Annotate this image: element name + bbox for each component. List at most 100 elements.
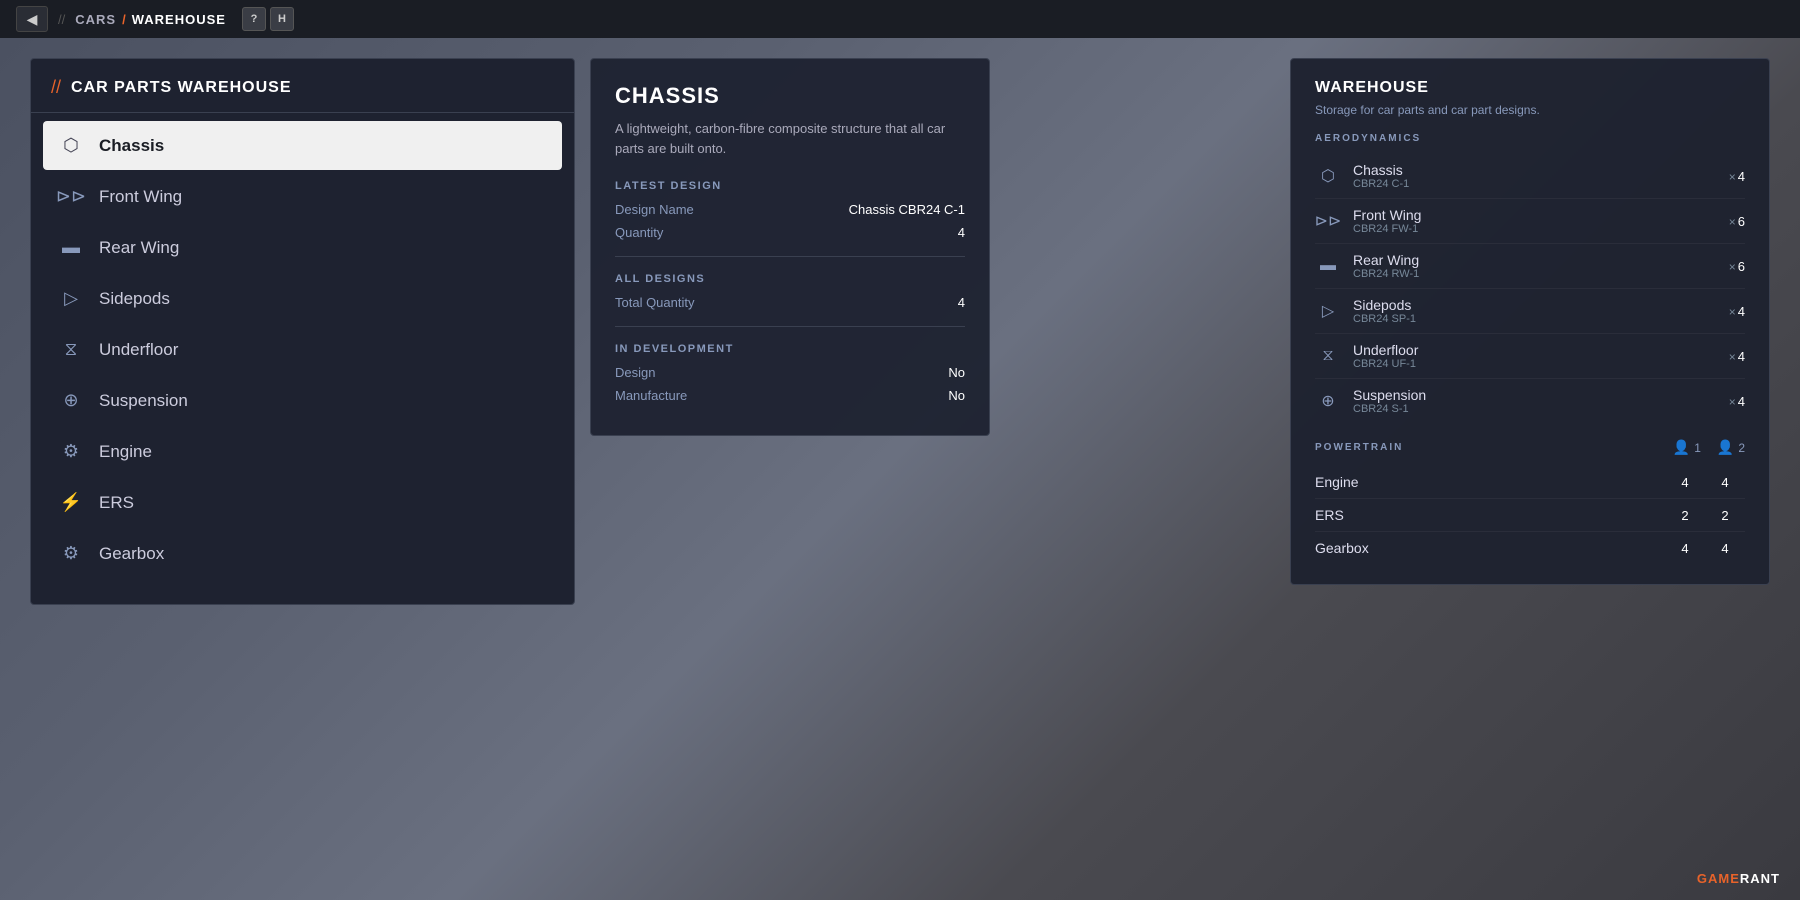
part-item-chassis[interactable]: ⬡ Chassis <box>43 121 562 170</box>
sidepods-icon: ▷ <box>57 288 85 309</box>
divider-2 <box>615 326 965 327</box>
manufacture-dev-val: No <box>948 388 965 403</box>
pt-val1-ers: 2 <box>1665 508 1705 523</box>
warehouse-item-underfloor[interactable]: ⧖ Underfloor CBR24 UF-1 ×4 <box>1315 334 1745 379</box>
chassis-w-name: Chassis <box>1353 162 1717 178</box>
design-dev-val: No <box>948 365 965 380</box>
part-item-ers[interactable]: ⚡ ERS <box>43 478 562 527</box>
aero-items-list: ⬡ Chassis CBR24 C-1 ×4 ⊳⊳ Front Wing CBR… <box>1315 154 1745 423</box>
rear-wing-w-name: Rear Wing <box>1353 252 1717 268</box>
topbar-icons: ? H <box>242 7 294 31</box>
design-name-key: Design Name <box>615 202 694 217</box>
warehouse-item-front-wing[interactable]: ⊳⊳ Front Wing CBR24 FW-1 ×6 <box>1315 199 1745 244</box>
suspension-w-info: Suspension CBR24 S-1 <box>1353 387 1717 415</box>
part-item-gearbox[interactable]: ⚙ Gearbox <box>43 529 562 578</box>
breadcrumb: CARS / WAREHOUSE <box>75 12 226 27</box>
pt-item-ers: ERS 2 2 <box>1315 499 1745 532</box>
part-item-underfloor[interactable]: ⧖ Underfloor <box>43 325 562 374</box>
part-item-suspension[interactable]: ⊕ Suspension <box>43 376 562 425</box>
design-name-row: Design Name Chassis CBR24 C-1 <box>615 202 965 217</box>
watermark: GAMERANT <box>1697 871 1780 886</box>
quantity-val: 4 <box>958 225 965 240</box>
in-development-label: IN DEVELOPMENT <box>615 343 965 355</box>
front-wing-label: Front Wing <box>99 187 182 207</box>
front-wing-w-icon: ⊳⊳ <box>1315 211 1341 231</box>
warehouse-item-chassis[interactable]: ⬡ Chassis CBR24 C-1 ×4 <box>1315 154 1745 199</box>
breadcrumb-slash: / <box>122 12 126 27</box>
chassis-w-sub: CBR24 C-1 <box>1353 178 1717 190</box>
total-quantity-val: 4 <box>958 295 965 310</box>
pt-item-engine: Engine 4 4 <box>1315 466 1745 499</box>
underfloor-w-sub: CBR24 UF-1 <box>1353 358 1717 370</box>
pt-name-ers: ERS <box>1315 507 1665 523</box>
total-quantity-row: Total Quantity 4 <box>615 295 965 310</box>
home-button[interactable]: H <box>270 7 294 31</box>
pt-name-engine: Engine <box>1315 474 1665 490</box>
underfloor-w-qty: ×4 <box>1729 349 1745 364</box>
rear-wing-w-sub: CBR24 RW-1 <box>1353 268 1717 280</box>
underfloor-label: Underfloor <box>99 340 178 360</box>
design-dev-row: Design No <box>615 365 965 380</box>
warehouse-item-rear-wing[interactable]: ▬ Rear Wing CBR24 RW-1 ×6 <box>1315 244 1745 289</box>
suspension-icon: ⊕ <box>57 390 85 411</box>
chassis-w-qty: ×4 <box>1729 169 1745 184</box>
suspension-w-name: Suspension <box>1353 387 1717 403</box>
quantity-row: Quantity 4 <box>615 225 965 240</box>
back-button[interactable]: ◀ <box>16 6 48 32</box>
gearbox-label: Gearbox <box>99 544 164 564</box>
watermark-suffix: RANT <box>1740 871 1780 886</box>
topbar-separator: // <box>58 12 65 27</box>
pt-val1-gearbox: 4 <box>1665 541 1705 556</box>
total-quantity-key: Total Quantity <box>615 295 695 310</box>
chassis-w-icon: ⬡ <box>1315 166 1341 186</box>
driver2-indicator: 👤 2 <box>1717 439 1745 456</box>
ers-label: ERS <box>99 493 134 513</box>
warehouse-panel: WAREHOUSE Storage for car parts and car … <box>1290 58 1770 585</box>
manufacture-dev-row: Manufacture No <box>615 388 965 403</box>
pt-val2-gearbox: 4 <box>1705 541 1745 556</box>
breadcrumb-cars: CARS <box>75 12 116 27</box>
part-item-engine[interactable]: ⚙ Engine <box>43 427 562 476</box>
parts-list: ⬡ Chassis ⊳⊳ Front Wing ▬ Rear Wing ▷ Si… <box>31 113 574 588</box>
engine-icon: ⚙ <box>57 441 85 462</box>
rear-wing-label: Rear Wing <box>99 238 179 258</box>
breadcrumb-warehouse: WAREHOUSE <box>132 12 226 27</box>
powertrain-header: POWERTRAIN 👤 1 👤 2 <box>1315 439 1745 456</box>
aerodynamics-label: AERODYNAMICS <box>1315 133 1745 144</box>
front-wing-w-qty: ×6 <box>1729 214 1745 229</box>
chassis-label: Chassis <box>99 136 164 156</box>
sidepods-w-info: Sidepods CBR24 SP-1 <box>1353 297 1717 325</box>
part-item-sidepods[interactable]: ▷ Sidepods <box>43 274 562 323</box>
driver1-indicator: 👤 1 <box>1673 439 1701 456</box>
help-button[interactable]: ? <box>242 7 266 31</box>
front-wing-w-name: Front Wing <box>1353 207 1717 223</box>
gearbox-icon: ⚙ <box>57 543 85 564</box>
driver1-num: 1 <box>1694 441 1701 455</box>
sidepods-label: Sidepods <box>99 289 170 309</box>
warehouse-item-sidepods[interactable]: ▷ Sidepods CBR24 SP-1 ×4 <box>1315 289 1745 334</box>
pt-val1-engine: 4 <box>1665 475 1705 490</box>
rear-wing-icon: ▬ <box>57 237 85 258</box>
underfloor-w-info: Underfloor CBR24 UF-1 <box>1353 342 1717 370</box>
underfloor-icon: ⧖ <box>57 339 85 360</box>
warehouse-item-suspension[interactable]: ⊕ Suspension CBR24 S-1 ×4 <box>1315 379 1745 423</box>
chassis-detail-panel: CHASSIS A lightweight, carbon-fibre comp… <box>590 58 990 436</box>
chassis-icon: ⬡ <box>57 135 85 156</box>
part-item-rear-wing[interactable]: ▬ Rear Wing <box>43 223 562 272</box>
panel-header: // CAR PARTS WAREHOUSE <box>31 59 574 113</box>
driver1-icon: 👤 <box>1673 439 1690 456</box>
driver2-icon: 👤 <box>1717 439 1734 456</box>
panel-title: CAR PARTS WAREHOUSE <box>71 79 292 97</box>
suspension-w-icon: ⊕ <box>1315 391 1341 411</box>
warehouse-description: Storage for car parts and car part desig… <box>1315 103 1745 117</box>
car-parts-warehouse-panel: // CAR PARTS WAREHOUSE ⬡ Chassis ⊳⊳ Fron… <box>30 58 575 605</box>
chassis-title: CHASSIS <box>615 83 965 109</box>
design-dev-key: Design <box>615 365 655 380</box>
panel-header-icon: // <box>51 77 61 98</box>
manufacture-dev-key: Manufacture <box>615 388 687 403</box>
part-item-front-wing[interactable]: ⊳⊳ Front Wing <box>43 172 562 221</box>
chassis-w-info: Chassis CBR24 C-1 <box>1353 162 1717 190</box>
pt-name-gearbox: Gearbox <box>1315 540 1665 556</box>
sidepods-w-sub: CBR24 SP-1 <box>1353 313 1717 325</box>
sidepods-w-name: Sidepods <box>1353 297 1717 313</box>
